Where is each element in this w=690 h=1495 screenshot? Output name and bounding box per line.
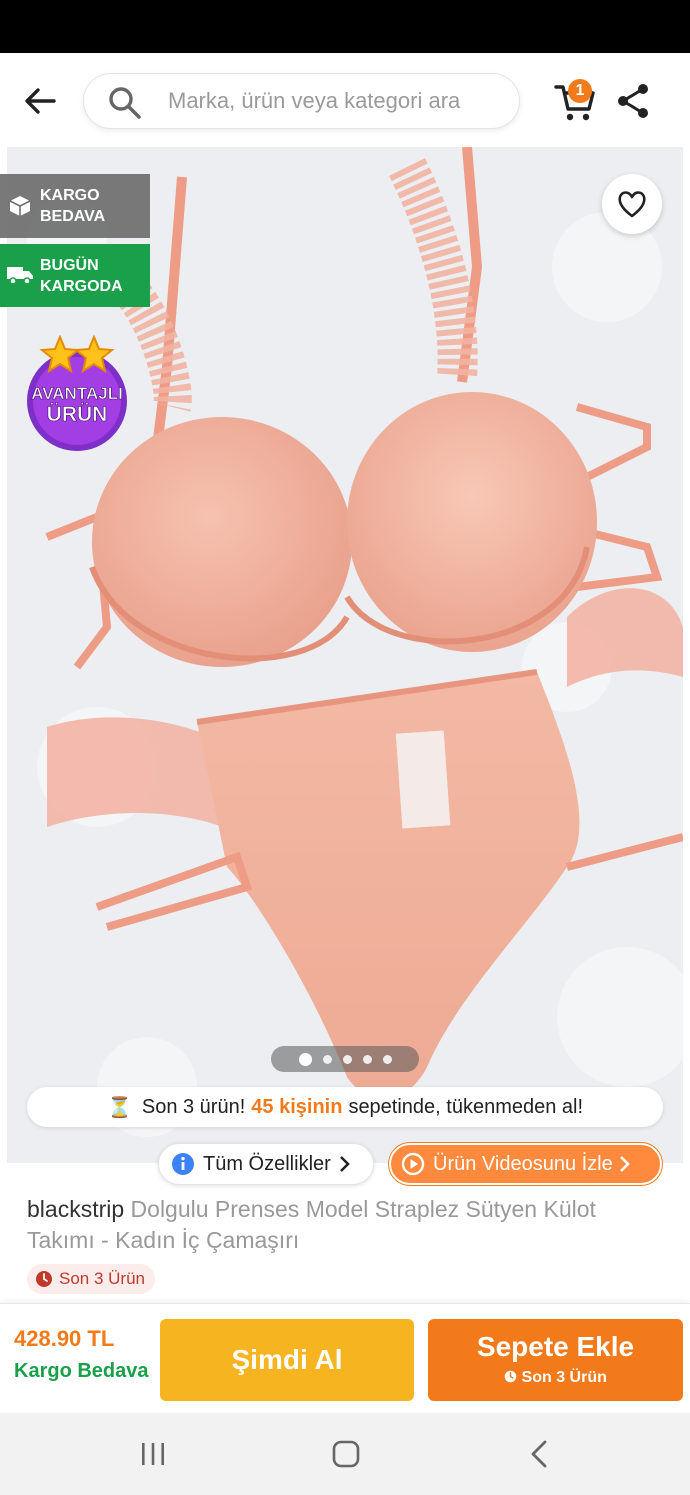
info-icon: [172, 1153, 194, 1175]
today-cargo-line2: KARGODA: [40, 278, 123, 295]
watch-video-label: Ürün Videosunu İzle: [433, 1152, 613, 1175]
free-cargo-line2: BEDAVA: [40, 208, 106, 225]
add-to-cart-sublabel: Son 3 Ürün: [428, 1369, 683, 1387]
advantage-line2: ÜRÜN: [47, 403, 108, 426]
free-cargo-line1: KARGO: [40, 187, 100, 204]
search-icon: [109, 87, 141, 119]
stock-chip: Son 3 Ürün: [27, 1264, 155, 1294]
buy-now-button[interactable]: Şimdi Al: [160, 1319, 414, 1401]
back-button[interactable]: [18, 81, 62, 121]
truck-icon: [7, 267, 33, 285]
purchase-bar: 428.90 TL Kargo Bedava Şimdi Al Sepete E…: [0, 1303, 690, 1413]
play-icon: [401, 1152, 425, 1176]
gallery-dot[interactable]: [322, 1054, 332, 1064]
stock-text-2: sepetinde, tükenmeden al!: [348, 1095, 584, 1118]
chevron-right-icon: [619, 1156, 630, 1172]
all-features-button[interactable]: Tüm Özellikler: [158, 1143, 374, 1185]
share-icon[interactable]: [615, 81, 651, 121]
status-bar: [0, 0, 690, 53]
price: 428.90 TL: [14, 1326, 115, 1351]
watch-video-button[interactable]: Ürün Videosunu İzle: [389, 1143, 662, 1185]
add-to-cart-sub-text: Son 3 Ürün: [521, 1369, 607, 1386]
gallery-pagination: [271, 1046, 419, 1072]
stock-text-1: Son 3 ürün!: [141, 1095, 246, 1118]
advantage-line1: AVANTAJLI: [31, 384, 123, 403]
nav-back-icon[interactable]: [527, 1439, 551, 1469]
search-input[interactable]: [168, 74, 508, 128]
clock-icon: [504, 1370, 517, 1383]
gallery-dot[interactable]: [298, 1052, 312, 1066]
favorite-button[interactable]: [602, 174, 662, 234]
search-box[interactable]: [83, 73, 520, 129]
home-icon[interactable]: [331, 1439, 361, 1469]
product-title: blackstrip Dolgulu Prenses Model Straple…: [27, 1194, 667, 1256]
arrow-left-icon: [25, 88, 56, 114]
add-to-cart-label: Sepete Ekle: [476, 1331, 635, 1362]
box-icon: [9, 196, 31, 216]
all-features-label: Tüm Özellikler: [203, 1152, 331, 1175]
stock-urgency-banner: ⏳ Son 3 ürün! 45 kişinin sepetinde, tüke…: [27, 1087, 663, 1127]
hourglass-icon: ⏳: [106, 1096, 132, 1119]
clock-icon: [36, 1271, 52, 1287]
free-cargo-badge: KARGO BEDAVA: [0, 174, 150, 238]
heart-icon: [618, 191, 646, 218]
gallery-dot[interactable]: [362, 1054, 372, 1064]
gallery-dot[interactable]: [342, 1054, 352, 1064]
chevron-right-icon: [339, 1156, 350, 1172]
buy-now-label: Şimdi Al: [231, 1344, 343, 1375]
add-to-cart-button[interactable]: Sepete Ekle Son 3 Ürün: [428, 1319, 683, 1401]
cart-count-badge: 1: [568, 79, 592, 103]
today-cargo-line1: BUGÜN: [40, 257, 99, 274]
stock-chip-label: Son 3 Ürün: [59, 1269, 145, 1288]
cargo-free-label: Kargo Bedava: [14, 1360, 149, 1382]
advantage-product-badge: AVANTAJLI ÜRÜN: [18, 334, 136, 453]
advantage-badge-graphic: AVANTAJLI ÜRÜN: [27, 334, 127, 451]
gallery-dot[interactable]: [382, 1054, 392, 1064]
system-nav-bar: [0, 1413, 690, 1495]
top-header: 1: [0, 53, 690, 147]
today-cargo-badge: BUGÜN KARGODA: [0, 244, 150, 307]
stock-highlight: 45 kişinin: [251, 1095, 343, 1118]
product-brand[interactable]: blackstrip: [27, 1196, 124, 1222]
recent-apps-icon[interactable]: [138, 1439, 168, 1469]
